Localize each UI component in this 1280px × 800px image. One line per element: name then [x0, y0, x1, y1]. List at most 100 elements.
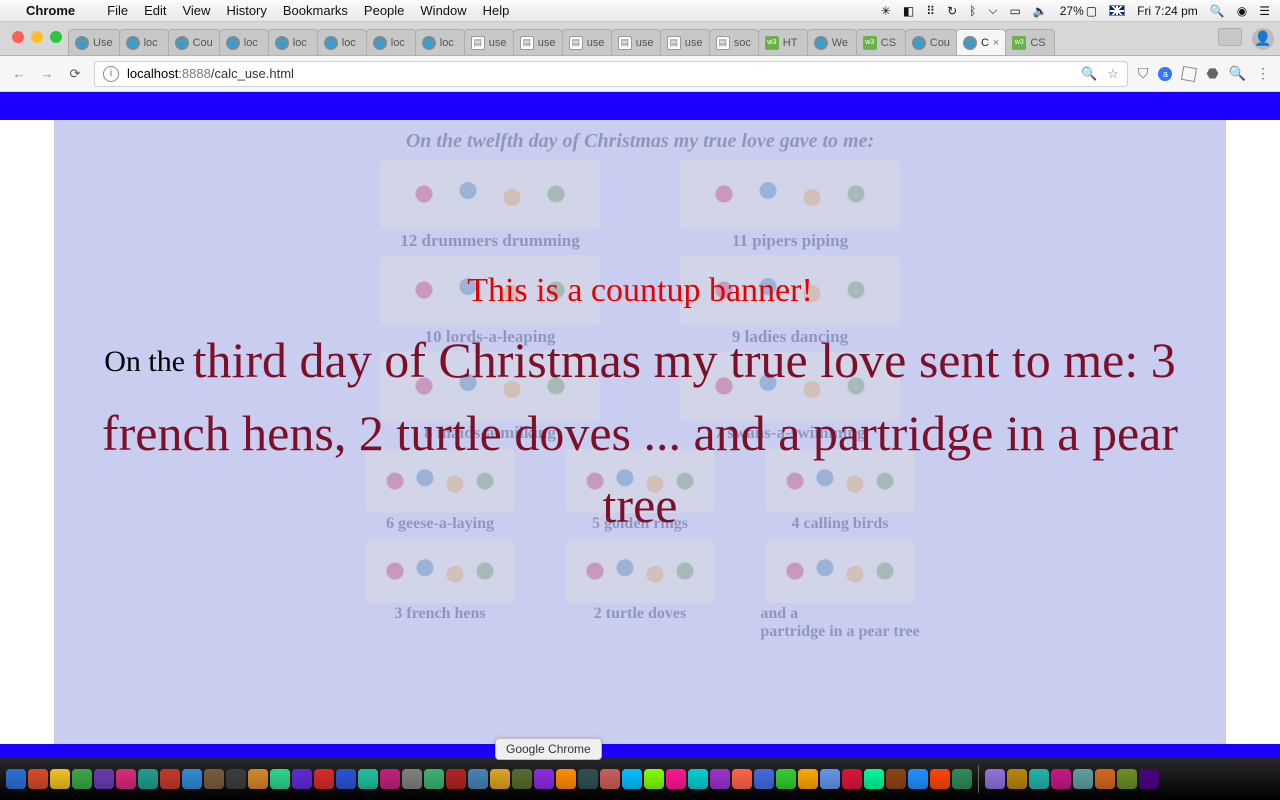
dock-app-icon[interactable]	[314, 769, 334, 789]
browser-tab[interactable]: w3CS	[856, 29, 906, 55]
dock-app-icon[interactable]	[424, 769, 444, 789]
dock-app-icon[interactable]	[1007, 769, 1027, 789]
window-minimize-button[interactable]	[31, 31, 43, 43]
browser-tab[interactable]: 🌐Cou	[905, 29, 957, 55]
zoom-icon[interactable]: 🔍	[1081, 66, 1097, 82]
reload-button[interactable]: ⟳	[66, 66, 84, 82]
menu-view[interactable]: View	[182, 3, 210, 18]
dock-app-icon[interactable]	[534, 769, 554, 789]
dock-app-icon[interactable]	[864, 769, 884, 789]
browser-tab[interactable]: 🌐Use	[68, 29, 120, 55]
new-tab-button[interactable]	[1218, 28, 1242, 46]
dock-app-icon[interactable]	[292, 769, 312, 789]
browser-tab[interactable]: ▤use	[660, 29, 710, 55]
dock-app-icon[interactable]	[666, 769, 686, 789]
menu-file[interactable]: File	[107, 3, 128, 18]
dock-app-icon[interactable]	[732, 769, 752, 789]
dock-app-icon[interactable]	[1029, 769, 1049, 789]
dock-app-icon[interactable]	[556, 769, 576, 789]
siri-icon[interactable]: ◉	[1237, 4, 1247, 18]
menu-history[interactable]: History	[226, 3, 266, 18]
dock-app-icon[interactable]	[512, 769, 532, 789]
battery-status[interactable]: 27% ▢	[1060, 4, 1097, 18]
menubar-app-name[interactable]: Chrome	[26, 3, 75, 18]
extension-icon[interactable]: ⛉	[1138, 65, 1149, 82]
browser-tab[interactable]: 🌐loc	[317, 29, 367, 55]
dock-app-icon[interactable]	[1051, 769, 1071, 789]
window-close-button[interactable]	[12, 31, 24, 43]
dock-app-icon[interactable]	[28, 769, 48, 789]
browser-tab[interactable]: ▤use	[513, 29, 563, 55]
browser-tab[interactable]: ▤use	[611, 29, 661, 55]
dock-app-icon[interactable]	[138, 769, 158, 789]
dock-app-icon[interactable]	[446, 769, 466, 789]
dock-app-icon[interactable]	[622, 769, 642, 789]
browser-tab[interactable]: 🌐loc	[268, 29, 318, 55]
browser-tab[interactable]: 🌐loc	[366, 29, 416, 55]
dock-app-icon[interactable]	[578, 769, 598, 789]
antivirus-icon[interactable]: ✳	[881, 4, 891, 18]
dock-app-icon[interactable]	[72, 769, 92, 789]
tab-close-icon[interactable]: ×	[993, 37, 999, 49]
dock-app-icon[interactable]	[688, 769, 708, 789]
spotlight-icon[interactable]: 🔍	[1210, 4, 1225, 18]
menu-help[interactable]: Help	[483, 3, 510, 18]
dock-app-icon[interactable]	[754, 769, 774, 789]
address-bar[interactable]: i localhost:8888/calc_use.html 🔍 ☆	[94, 61, 1128, 87]
time-machine-icon[interactable]: ↻	[947, 4, 957, 18]
dock-app-icon[interactable]	[402, 769, 422, 789]
dock-app-icon[interactable]	[468, 769, 488, 789]
menu-people[interactable]: People	[364, 3, 404, 18]
dock-app-icon[interactable]	[1095, 769, 1115, 789]
display-icon[interactable]: ▭	[1009, 4, 1020, 18]
dock-app-icon[interactable]	[886, 769, 906, 789]
browser-tab[interactable]: w3HT	[758, 29, 808, 55]
dock-app-icon[interactable]	[776, 769, 796, 789]
dock-app-icon[interactable]	[50, 769, 70, 789]
browser-tab[interactable]: 🌐Cou	[168, 29, 220, 55]
dock-app-icon[interactable]	[985, 769, 1005, 789]
bluetooth-icon[interactable]: ᛒ	[969, 4, 976, 18]
volume-icon[interactable]: 🔈	[1033, 4, 1048, 18]
dock-app-icon[interactable]	[600, 769, 620, 789]
dock-app-icon[interactable]	[226, 769, 246, 789]
browser-tab[interactable]: 🌐loc	[119, 29, 169, 55]
dock-app-icon[interactable]	[94, 769, 114, 789]
browser-tab[interactable]: w3CS	[1005, 29, 1055, 55]
chrome-menu-icon[interactable]: ⋮	[1256, 65, 1270, 82]
extension-icon[interactable]: ⬣	[1206, 65, 1218, 82]
dock-app-icon[interactable]	[820, 769, 840, 789]
browser-tab[interactable]: 🌐loc	[415, 29, 465, 55]
dock-app-icon[interactable]	[1073, 769, 1093, 789]
dock-app-icon[interactable]	[908, 769, 928, 789]
browser-tab[interactable]: ▤soc	[709, 29, 759, 55]
dock-app-icon[interactable]	[6, 769, 26, 789]
dock-app-icon[interactable]	[380, 769, 400, 789]
extension-icon[interactable]: a	[1158, 67, 1172, 81]
browser-tab[interactable]: 🌐C×	[956, 29, 1006, 55]
menu-window[interactable]: Window	[420, 3, 466, 18]
wifi-icon[interactable]: ⌵	[988, 3, 997, 18]
dock-app-icon[interactable]	[358, 769, 378, 789]
dock-app-icon[interactable]	[182, 769, 202, 789]
dock-app-icon[interactable]	[116, 769, 136, 789]
window-maximize-button[interactable]	[50, 31, 62, 43]
browser-tab[interactable]: 🌐We	[807, 29, 857, 55]
back-button[interactable]: ←	[10, 66, 28, 81]
dock-app-icon[interactable]	[160, 769, 180, 789]
dock-app-icon[interactable]	[798, 769, 818, 789]
dock-app-icon[interactable]	[204, 769, 224, 789]
dock-app-icon[interactable]	[1139, 769, 1159, 789]
dock-app-icon[interactable]	[490, 769, 510, 789]
dock-app-icon[interactable]	[952, 769, 972, 789]
dock-app-icon[interactable]	[1117, 769, 1137, 789]
bookmark-star-icon[interactable]: ☆	[1107, 66, 1119, 82]
dock-app-icon[interactable]	[710, 769, 730, 789]
browser-tab[interactable]: 🌐loc	[219, 29, 269, 55]
menu-bookmarks[interactable]: Bookmarks	[283, 3, 348, 18]
browser-tab[interactable]: ▤use	[562, 29, 612, 55]
dock-app-icon[interactable]	[644, 769, 664, 789]
dock-app-icon[interactable]	[336, 769, 356, 789]
extension-status-icon[interactable]: ◧	[903, 4, 914, 18]
dock-app-icon[interactable]	[248, 769, 268, 789]
